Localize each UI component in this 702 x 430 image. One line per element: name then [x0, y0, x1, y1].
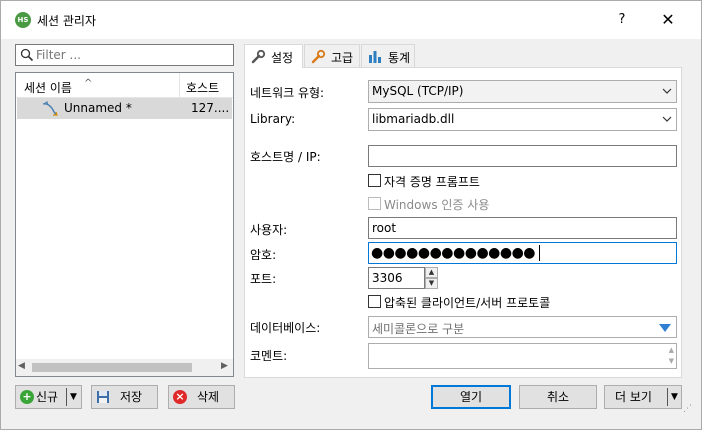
- tab-advanced[interactable]: 고급: [304, 44, 360, 67]
- comment-label: 코멘트:: [250, 349, 288, 363]
- resize-grip-icon[interactable]: ⋰: [683, 405, 692, 414]
- tab-advanced-label: 고급: [331, 51, 354, 65]
- databases-select[interactable]: 세미콜론으로 구분: [368, 316, 677, 338]
- wrench-icon: [251, 49, 266, 64]
- new-button[interactable]: + 신규 ▼: [15, 385, 82, 409]
- network-type-select[interactable]: MySQL (TCP/IP): [368, 80, 677, 103]
- column-session-name[interactable]: 세션 이름 ^: [16, 73, 180, 98]
- credential-prompt-checkbox[interactable]: [368, 174, 381, 187]
- windows-auth-label: Windows 인증 사용: [384, 198, 490, 212]
- save-button-label: 저장: [120, 390, 143, 404]
- sort-ascending-icon: ^: [84, 78, 93, 89]
- more-button[interactable]: 더 보기 ▼: [604, 385, 682, 409]
- comment-textarea[interactable]: ▲ ▼: [368, 343, 677, 369]
- hostname-label: 호스트명 / IP:: [250, 150, 321, 164]
- comment-scrollbar[interactable]: ▲ ▼: [669, 345, 674, 367]
- save-button[interactable]: 저장: [91, 385, 158, 409]
- more-button-label: 더 보기: [615, 390, 652, 404]
- session-row[interactable]: Unnamed * 127....: [17, 98, 232, 119]
- network-type-value: MySQL (TCP/IP): [372, 84, 464, 98]
- filter-box: [15, 44, 234, 66]
- column-host[interactable]: 호스트: [186, 79, 219, 96]
- scroll-right-icon[interactable]: ▶: [221, 361, 228, 371]
- port-value: 3306: [372, 271, 403, 285]
- chevron-down-icon: [662, 88, 672, 94]
- password-value: ●●●●●●●●●●●●●●: [371, 245, 536, 261]
- port-stepper[interactable]: 3306 ▲ ▼: [368, 267, 440, 289]
- open-button[interactable]: 열기: [431, 385, 511, 409]
- port-label: 포트:: [250, 272, 277, 286]
- session-list-header: 세션 이름 ^ 호스트: [16, 73, 233, 98]
- wrench-orange-icon: [311, 49, 326, 64]
- hostname-input[interactable]: [368, 145, 677, 167]
- port-input[interactable]: 3306: [368, 267, 425, 289]
- compressed-protocol-checkbox[interactable]: [368, 295, 381, 308]
- delete-icon: ×: [173, 390, 187, 404]
- floppy-disk-icon: [97, 391, 109, 403]
- horizontal-scrollbar[interactable]: ◀ ▶: [16, 359, 233, 376]
- text-caret: [539, 245, 540, 261]
- title-bar: HS 세션 관리자 ? ✕: [1, 1, 701, 39]
- delete-button-label: 삭제: [197, 390, 220, 404]
- spin-down-icon[interactable]: ▼: [425, 278, 438, 289]
- window-title: 세션 관리자: [37, 14, 97, 28]
- dolphin-icon: [42, 101, 58, 116]
- chevron-down-icon[interactable]: ▼: [671, 386, 678, 408]
- session-host: 127....: [191, 101, 230, 115]
- plus-icon: +: [20, 390, 34, 404]
- column-session-name-label: 세션 이름: [24, 81, 72, 95]
- user-input[interactable]: root: [368, 217, 677, 239]
- tab-settings-label: 설정: [271, 51, 294, 65]
- user-label: 사용자:: [250, 223, 288, 237]
- scrollbar-thumb[interactable]: [32, 363, 192, 372]
- databases-placeholder: 세미콜론으로 구분: [372, 322, 465, 336]
- databases-label: 데이터베이스:: [250, 321, 321, 335]
- settings-panel: 네트워크 유형: MySQL (TCP/IP) Library: libmari…: [244, 67, 682, 378]
- help-button[interactable]: ?: [607, 7, 637, 33]
- tab-statistics[interactable]: 통계: [361, 44, 415, 67]
- user-value: root: [372, 221, 397, 235]
- session-name: Unnamed *: [64, 101, 132, 115]
- credential-prompt-label: 자격 증명 프롬프트: [384, 175, 480, 189]
- windows-auth-checkbox[interactable]: [368, 197, 381, 210]
- close-button[interactable]: ✕: [651, 7, 685, 33]
- split-divider: [667, 388, 668, 406]
- session-list: 세션 이름 ^ 호스트 Unnamed * 127.... ◀ ▶: [15, 72, 234, 377]
- compressed-protocol-label: 압축된 클라이언트/서버 프로토콜: [384, 296, 551, 310]
- triangle-down-icon: [659, 324, 671, 332]
- password-input[interactable]: ●●●●●●●●●●●●●●: [368, 242, 677, 264]
- spin-up-icon[interactable]: ▲: [425, 267, 438, 278]
- network-type-label: 네트워크 유형:: [250, 86, 325, 100]
- session-manager-window: HS 세션 관리자 ? ✕ 세션 이름 ^ 호스트 Unnamed *: [0, 0, 702, 430]
- filter-input[interactable]: [36, 46, 230, 64]
- cancel-button[interactable]: 취소: [519, 385, 597, 409]
- scroll-left-icon[interactable]: ◀: [18, 361, 25, 371]
- app-icon: HS: [15, 12, 31, 28]
- chevron-down-icon[interactable]: ▼: [70, 386, 77, 408]
- tab-statistics-label: 통계: [388, 51, 411, 65]
- library-label: Library:: [250, 112, 296, 126]
- delete-button[interactable]: × 삭제: [168, 385, 235, 409]
- search-icon: [20, 48, 34, 62]
- tab-settings[interactable]: 설정: [244, 44, 303, 68]
- new-button-label: 신규: [36, 390, 59, 404]
- password-label: 암호:: [250, 248, 277, 262]
- library-select[interactable]: libmariadb.dll: [368, 108, 677, 131]
- bar-chart-icon: [369, 51, 381, 63]
- split-divider: [66, 388, 67, 406]
- library-value: libmariadb.dll: [372, 112, 455, 126]
- chevron-down-icon: [662, 116, 672, 122]
